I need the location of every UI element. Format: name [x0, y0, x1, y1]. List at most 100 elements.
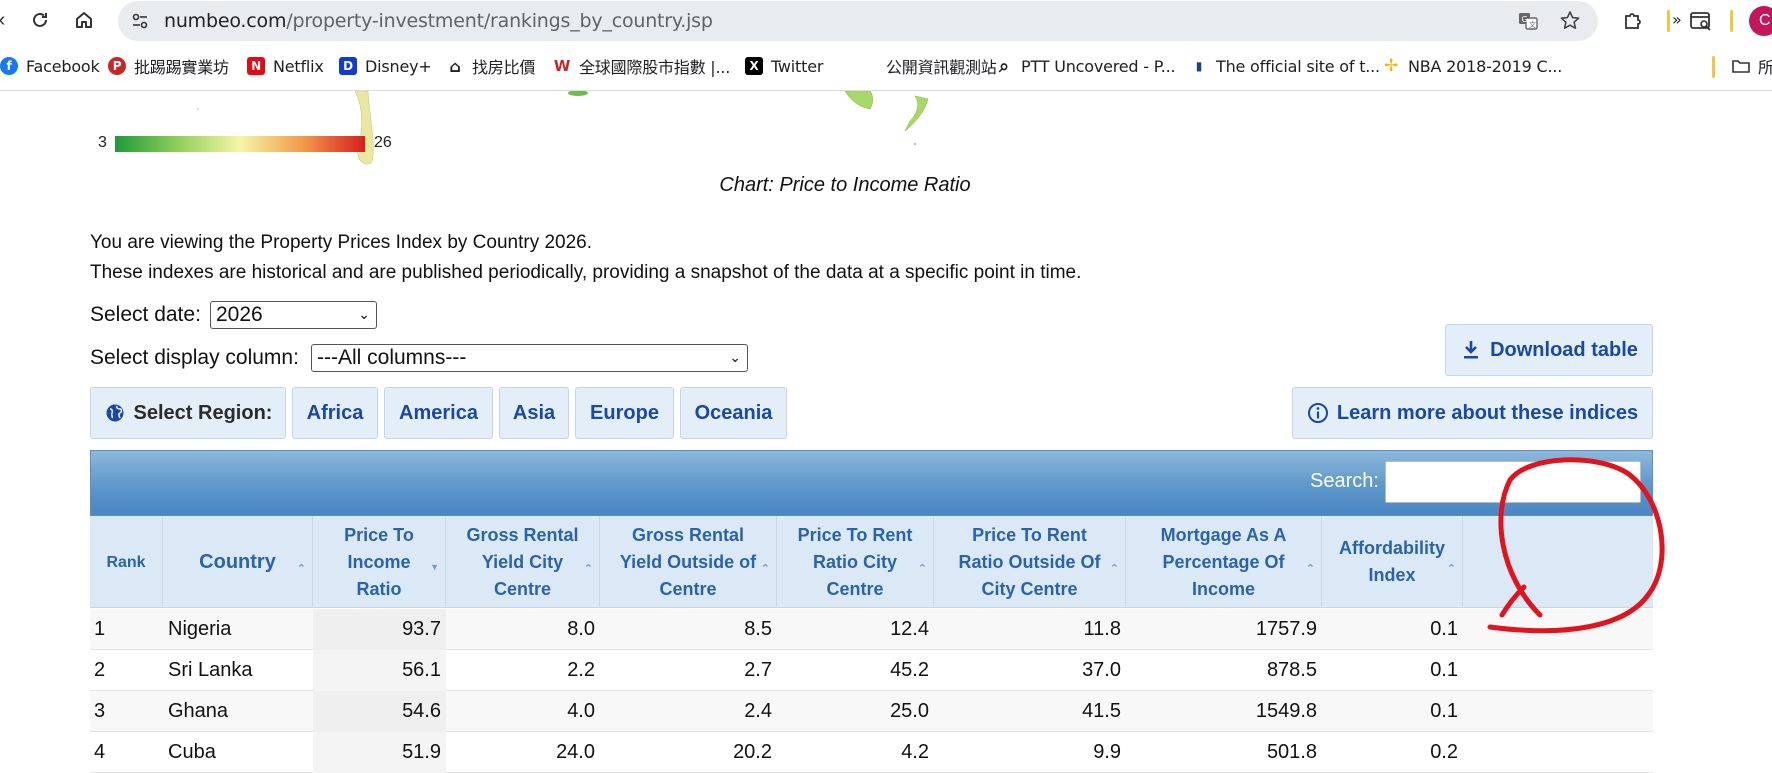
- bookmark-item[interactable]: P 批踢踢實業坊: [108, 54, 229, 78]
- bookmark-item[interactable]: ▮ The official site of t...: [1190, 54, 1380, 78]
- bookmark-item[interactable]: W 全球國際股市指數 |...: [553, 54, 731, 78]
- profile-avatar[interactable]: C: [1749, 6, 1772, 36]
- bookmark-label: 找房比價: [472, 58, 536, 77]
- search-input[interactable]: [1385, 461, 1641, 503]
- cell-price-to-rent-city: 12.4: [890, 618, 929, 640]
- cell-rank: 1: [94, 618, 106, 640]
- back-arrow-icon[interactable]: ‹: [0, 8, 14, 32]
- cell-price-to-rent-outside: 9.9: [1093, 741, 1121, 763]
- cell-price-to-rent-city: 25.0: [890, 700, 929, 722]
- cell-mortgage-pct-income: 1757.9: [1255, 618, 1317, 640]
- region-oceania-button[interactable]: Oceania: [680, 387, 787, 439]
- cell-price-to-rent-outside: 41.5: [1082, 700, 1121, 722]
- column-header-mortgage-pct-income[interactable]: Mortgage As A Percentage Of Income ⌃: [1126, 516, 1322, 608]
- column-header-label: Mortgage As A Percentage Of Income: [1160, 524, 1287, 599]
- bookmark-folder[interactable]: 所: [1732, 54, 1772, 78]
- magnifier-icon: ⌕: [999, 55, 1009, 77]
- bookmarks-bar: f Facebook P 批踢踢實業坊 N Netflix D Disney+ ⌂ 找房比價 W 全球…: [0, 47, 1772, 85]
- column-header-price-to-rent-city[interactable]: Price To Rent Ratio City Centre ⌃: [777, 516, 934, 608]
- bookmark-item[interactable]: N Netflix: [247, 54, 324, 78]
- home-icon[interactable]: [72, 8, 96, 32]
- address-bar[interactable]: numbeo.com/property-investment/rankings_…: [118, 1, 1598, 41]
- column-header-label: Rank: [106, 553, 146, 571]
- select-column-label: Select display column:: [90, 346, 299, 369]
- cell-country[interactable]: Sri Lanka: [163, 650, 313, 691]
- cell-country[interactable]: Cuba: [163, 732, 313, 773]
- table-row[interactable]: 3 Ghana 54.6 4.0 2.4 25.0 41.5 1549.8 0.1: [90, 691, 1653, 732]
- legend-max-label: 26: [374, 134, 392, 151]
- world-map-fragment: [197, 91, 929, 165]
- toolbar-separator: [1667, 10, 1670, 32]
- bookmark-star-icon[interactable]: [1558, 9, 1582, 33]
- bookmark-item[interactable]: ⌂ 找房比價: [446, 54, 535, 78]
- column-header-affordability-index[interactable]: Affordability Index ⌃: [1322, 516, 1463, 608]
- cell-affordability-index: 0.2: [1430, 741, 1458, 763]
- bookmark-item[interactable]: X Twitter: [745, 54, 823, 78]
- translate-icon[interactable]: G文: [1516, 9, 1540, 33]
- cell-gross-yield-outside: 2.7: [744, 659, 772, 681]
- cell-affordability-index: 0.1: [1430, 618, 1458, 640]
- column-header-label: Price To Rent Ratio City Centre: [797, 524, 913, 599]
- bookmark-label: 全球國際股市指數 |...: [579, 58, 731, 77]
- sort-asc-icon: ⌃: [1305, 563, 1315, 575]
- tab-search-icon[interactable]: [1688, 8, 1714, 34]
- globe-icon: [104, 402, 126, 424]
- w-icon: W: [553, 57, 571, 75]
- bookmark-item[interactable]: 公開資訊觀測站: [860, 54, 997, 78]
- select-region-label: Select Region:: [133, 401, 273, 424]
- table-row[interactable]: 2 Sri Lanka 56.1 2.2 2.7 45.2 37.0 878.5 0.1: [90, 650, 1653, 691]
- cell-price-to-income: 51.9: [313, 732, 446, 773]
- disney-icon: D: [339, 57, 357, 75]
- column-header-country[interactable]: Country ⌃: [163, 516, 313, 608]
- svg-text:G: G: [1522, 15, 1528, 24]
- sort-asc-icon: ⌃: [1446, 563, 1456, 575]
- column-header-label: Price To Income Ratio: [344, 524, 414, 599]
- table-header-row: Rank Country ⌃ Price To Income Ratio ▼ Gross …: [90, 516, 1653, 608]
- region-africa-button[interactable]: Africa: [292, 387, 378, 439]
- cell-country[interactable]: Nigeria: [163, 609, 313, 650]
- download-icon: [1460, 339, 1482, 361]
- browser-toolbar: ‹ numbeo.com/property-investment/ranking…: [0, 0, 1772, 41]
- column-header-gross-yield-city[interactable]: Gross Rental Yield City Centre ⌃: [446, 516, 600, 608]
- bookmark-label: Twitter: [771, 56, 824, 76]
- table-row[interactable]: 1 Nigeria 93.7 8.0 8.5 12.4 11.8 1757.9 0.1: [90, 609, 1653, 650]
- facebook-icon: f: [0, 57, 18, 75]
- select-date-dropdown[interactable]: 2026 ⌄: [210, 301, 377, 329]
- select-date-label: Select date:: [90, 303, 201, 326]
- sort-asc-icon: ⌃: [296, 563, 306, 575]
- cell-country[interactable]: Ghana: [163, 691, 313, 732]
- column-header-gross-yield-outside[interactable]: Gross Rental Yield Outside of Centre ⌃: [600, 516, 777, 608]
- column-header-rank[interactable]: Rank: [90, 516, 163, 608]
- cell-rank: 2: [94, 659, 106, 681]
- region-asia-button[interactable]: Asia: [499, 387, 569, 439]
- column-header-price-to-income[interactable]: Price To Income Ratio ▼: [313, 516, 446, 608]
- bookmark-item[interactable]: D Disney+: [339, 54, 432, 78]
- url-text[interactable]: numbeo.com/property-investment/rankings_…: [164, 10, 713, 32]
- select-column-dropdown[interactable]: ---All columns--- ⌄: [311, 344, 748, 372]
- bookmark-label: The official site of t...: [1216, 56, 1380, 76]
- learn-more-button[interactable]: Learn more about these indices: [1292, 387, 1653, 439]
- site-settings-icon[interactable]: [128, 9, 152, 33]
- more-bookmarks-button[interactable]: »: [1672, 7, 1682, 31]
- column-header-label: Country: [199, 550, 276, 573]
- column-header-label: Gross Rental Yield City Centre: [466, 524, 579, 599]
- netflix-icon: N: [247, 57, 265, 75]
- region-america-button[interactable]: America: [384, 387, 493, 439]
- reload-icon[interactable]: [28, 8, 52, 32]
- bookmark-item[interactable]: f Facebook: [0, 54, 100, 78]
- download-table-button[interactable]: Download table: [1445, 324, 1653, 376]
- cell-gross-yield-outside: 2.4: [744, 700, 772, 722]
- select-column-value: ---All columns---: [317, 346, 467, 369]
- column-header-price-to-rent-outside[interactable]: Price To Rent Ratio Outside Of City Cent…: [934, 516, 1126, 608]
- bookmark-item[interactable]: ✢ NBA 2018-2019 C...: [1382, 54, 1562, 78]
- bookmark-label: 批踢踢實業坊: [134, 58, 229, 77]
- bookmark-label: Facebook: [26, 56, 100, 76]
- bookmark-item[interactable]: ⌕ PTT Uncovered - P...: [995, 54, 1175, 78]
- extensions-icon[interactable]: [1620, 8, 1646, 34]
- bookmark-label: Netflix: [273, 56, 324, 76]
- legend-color-scale: [115, 136, 365, 152]
- table-row[interactable]: 4 Cuba 51.9 24.0 20.2 4.2 9.9 501.8 0.2: [90, 732, 1653, 773]
- cell-price-to-income: 56.1: [313, 650, 446, 691]
- column-header-label: Affordability Index: [1339, 538, 1445, 585]
- region-europe-button[interactable]: Europe: [575, 387, 674, 439]
